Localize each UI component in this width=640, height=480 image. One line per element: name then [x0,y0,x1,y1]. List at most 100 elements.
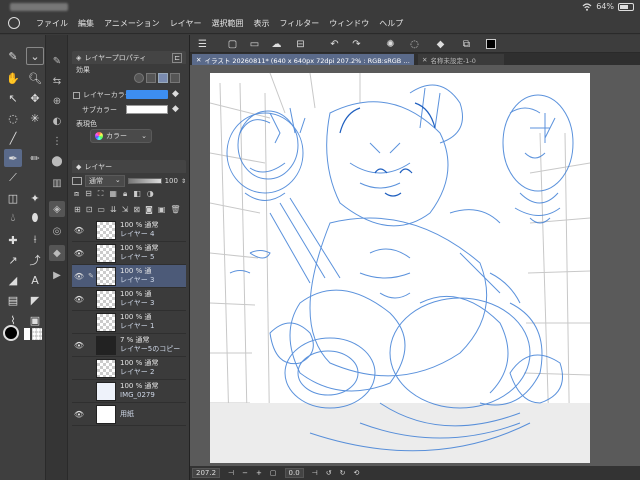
new-vector-layer-icon[interactable]: ⊡ [86,205,93,217]
line-icon[interactable]: ↗ [4,251,22,269]
lock-icon[interactable]: 🔒︎ [123,189,127,201]
layer-row[interactable]: 👁︎ 100 % 通常 レイヤー 4 [72,219,186,242]
app-logo-icon[interactable] [8,17,20,29]
eye-icon[interactable]: 👁︎ [72,410,86,419]
fill-bucket-icon[interactable]: ◆ [434,38,447,51]
new-folder-icon[interactable]: ▭ [97,205,105,217]
dropdown-toggle-icon[interactable]: ⌄ [26,47,44,65]
layer-mask-icon[interactable]: ◙ [145,205,153,217]
eye-icon[interactable]: 👁︎ [72,295,86,304]
opacity-slider[interactable] [127,178,162,184]
eye-icon[interactable]: 👁︎ [72,249,86,258]
fit-icon[interactable]: ▢ [270,469,277,477]
ruler-icon[interactable]: ⟊ [26,231,44,249]
lasso-icon[interactable]: ◌ [4,109,22,127]
angle-slider-icon[interactable]: ⊣ [312,469,318,477]
gradient-icon[interactable]: ▤ [4,291,22,309]
combine-icon[interactable]: ⊠ [133,205,140,217]
zoom-value[interactable]: 207.2 [192,468,221,478]
layer-property-icon[interactable]: ◈ [49,201,65,217]
loading-icon[interactable]: ✺ [384,38,397,51]
layer-row[interactable]: 👁︎ 7 % 通常 レイヤー5のコピー [72,334,186,357]
intermediate-color-icon[interactable]: ⬤ [49,153,65,169]
blend-icon[interactable]: 💧︎ [4,209,22,227]
tool-property-icon[interactable]: ⇆ [49,73,65,89]
navigator-icon[interactable]: ▥ [49,175,65,191]
cloud-icon[interactable]: ☁ [270,38,283,51]
new-file-icon[interactable]: ▢ [226,38,239,51]
display-color-dropdown[interactable]: カラー ⌄ [90,129,152,143]
auto-action-icon[interactable]: ▶ [49,267,65,283]
eye-hidden-icon[interactable]: 👁︎ [72,387,86,396]
subtool-brush-icon[interactable]: ✎ [49,53,65,69]
panel-menu-icon[interactable]: ⊏ [172,52,182,63]
fill-icon[interactable]: ◢ [4,271,22,289]
menu-view[interactable]: 表示 [253,18,269,29]
move-icon[interactable]: ✥ [26,89,44,107]
figure-icon[interactable]: ✚ [4,231,22,249]
layer-row[interactable]: 👁︎ 100 % 通常 レイヤー 5 [72,242,186,265]
layer-row[interactable]: 👁︎ 100 % 通レイヤー 3 [72,288,186,311]
drawing-canvas[interactable] [210,73,590,463]
reset-rotation-icon[interactable]: ⟲ [354,469,360,477]
clear-icon[interactable]: ◌ [408,38,421,51]
airbrush-icon[interactable]: ✦ [26,189,44,207]
correction-icon[interactable]: ⤴ [26,251,44,269]
hamburger-menu-icon[interactable]: ☰ [196,38,209,51]
menu-help[interactable]: ヘルプ [379,18,403,29]
menu-animation[interactable]: アニメーション [104,18,160,29]
save-icon[interactable]: ⊟ [294,38,307,51]
tab-document-untitled[interactable]: ✕ 名称未設定-1-0 [418,54,504,65]
protect-alpha-icon[interactable]: ⧈ [74,189,79,201]
operation-icon[interactable]: ↖ [4,89,22,107]
color-set-icon[interactable]: ⋮ [49,133,65,149]
menu-layer[interactable]: レイヤー [170,18,202,29]
apply-mask-icon[interactable]: ▣ [158,205,166,217]
eye-icon[interactable]: 👁︎ [72,341,86,350]
layer-color-toggle-icon[interactable] [73,91,80,99]
menu-selection[interactable]: 選択範囲 [211,18,243,29]
menu-window[interactable]: ウィンドウ [329,18,369,29]
zoom-in-icon[interactable]: + [256,469,262,477]
zoom-icon[interactable]: 🔍︎ [26,69,44,87]
tab-layers[interactable]: ◆ レイヤー [72,160,186,173]
tone-effect-icon[interactable] [146,73,156,83]
layer-color-swatch[interactable] [126,90,168,99]
menu-filter[interactable]: フィルター [279,18,319,29]
main-color-swatch[interactable] [3,325,19,341]
pen-icon[interactable]: ✒ [4,149,22,167]
clip-icon[interactable]: ⊟ [85,189,92,201]
undo-icon[interactable]: ↶ [328,38,341,51]
color-switch-icon[interactable] [24,328,30,340]
brush-icon[interactable]: ⟋ [4,169,22,187]
sub-color-fill-icon[interactable]: ◆ [172,104,179,114]
draft-icon[interactable]: ▦ [109,189,117,201]
rotate-left-icon[interactable]: ↺ [326,469,332,477]
current-color-swatch[interactable] [486,39,496,49]
sub-color-swatch[interactable] [126,105,168,114]
menu-file[interactable]: ファイル [36,18,68,29]
layer-row-paper[interactable]: 👁︎ 用紙 [72,403,186,426]
frame-icon[interactable]: ◤ [26,291,44,309]
layer-search-icon[interactable]: ◎ [49,223,65,239]
open-file-icon[interactable]: ▭ [248,38,261,51]
eye-icon[interactable]: 👁︎ [72,272,86,281]
border-effect-icon[interactable] [134,73,144,83]
brush-size-icon[interactable]: ⊕ [49,93,65,109]
layer-row-selected[interactable]: 👁︎ ✎ 100 % 通レイヤー 3 [72,265,186,288]
magic-wand-icon[interactable]: ✳ [26,109,44,127]
eye-hidden-icon[interactable]: 👁︎ [72,318,86,327]
eyedropper-icon[interactable]: ╱ [4,129,22,147]
redo-icon[interactable]: ↷ [350,38,363,51]
transform-icon[interactable]: ⧉ [460,38,473,51]
layer-row[interactable]: 👁︎ 100 % 通常レイヤー 2 [72,357,186,380]
rotate-right-icon[interactable]: ↻ [340,469,346,477]
eye-hidden-icon[interactable]: 👁︎ [72,364,86,373]
layer-row[interactable]: 👁︎ 100 % 通レイヤー 1 [72,311,186,334]
layers-icon[interactable]: ◆ [49,245,65,261]
pen-tool-icon[interactable]: ✎ [4,47,22,65]
canvas-area[interactable] [190,65,640,466]
opacity-value[interactable]: 100 [165,177,178,185]
panel-icon[interactable]: ▣ [26,311,44,329]
zoom-out-icon[interactable]: − [242,469,248,477]
